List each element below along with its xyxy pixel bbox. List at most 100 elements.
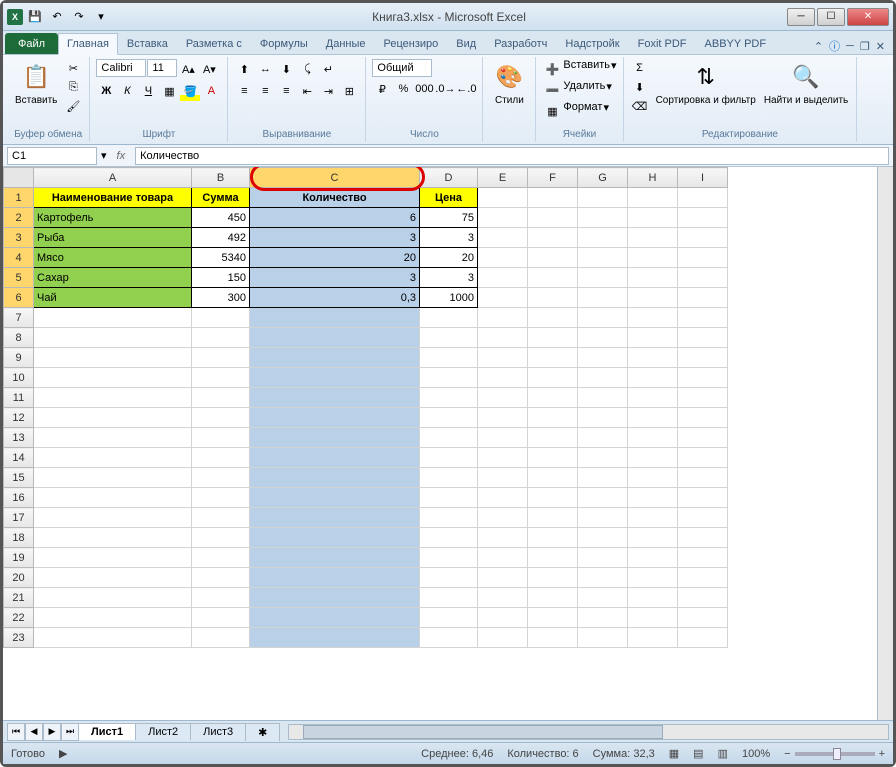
tab-home[interactable]: Главная [58, 33, 118, 55]
cell-I20[interactable] [678, 568, 728, 588]
decrease-font-icon[interactable]: A▾ [199, 59, 219, 79]
cell-F7[interactable] [528, 308, 578, 328]
sheet-tab-2[interactable]: Лист2 [135, 723, 191, 740]
cell-E19[interactable] [478, 548, 528, 568]
cell-D1[interactable]: Цена [420, 188, 478, 208]
styles-button[interactable]: 🎨 Стили [489, 59, 529, 108]
cell-H15[interactable] [628, 468, 678, 488]
zoom-level[interactable]: 100% [742, 748, 770, 760]
vertical-scrollbar[interactable] [877, 167, 893, 720]
cell-B9[interactable] [192, 348, 250, 368]
row-header-19[interactable]: 19 [4, 548, 34, 568]
cell-C10[interactable] [250, 368, 420, 388]
cell-A19[interactable] [34, 548, 192, 568]
row-header-8[interactable]: 8 [4, 328, 34, 348]
cell-A12[interactable] [34, 408, 192, 428]
cell-E18[interactable] [478, 528, 528, 548]
spreadsheet-grid[interactable]: ABCDEFGHI1Наименование товараСуммаКоличе… [3, 167, 877, 720]
tab-formulas[interactable]: Формулы [251, 33, 317, 54]
cell-A16[interactable] [34, 488, 192, 508]
font-size-combo[interactable]: 11 [147, 59, 177, 77]
cell-D23[interactable] [420, 628, 478, 648]
doc-close-icon[interactable]: ✕ [876, 40, 885, 53]
zoom-in-button[interactable]: + [879, 748, 885, 760]
cell-E1[interactable] [478, 188, 528, 208]
comma-icon[interactable]: 000 [414, 79, 434, 99]
cell-G19[interactable] [578, 548, 628, 568]
qat-undo-icon[interactable]: ↶ [47, 7, 67, 27]
view-normal-icon[interactable]: ▦ [669, 747, 679, 760]
cell-F6[interactable] [528, 288, 578, 308]
new-sheet-button[interactable]: ✱ [245, 723, 280, 741]
cell-H14[interactable] [628, 448, 678, 468]
cell-E8[interactable] [478, 328, 528, 348]
cell-E5[interactable] [478, 268, 528, 288]
align-middle-icon[interactable]: ↔ [255, 59, 275, 79]
row-header-12[interactable]: 12 [4, 408, 34, 428]
cell-D19[interactable] [420, 548, 478, 568]
cell-I5[interactable] [678, 268, 728, 288]
cell-I4[interactable] [678, 248, 728, 268]
tab-foxit[interactable]: Foxit PDF [629, 33, 696, 54]
cell-D12[interactable] [420, 408, 478, 428]
currency-icon[interactable]: ₽ [372, 79, 392, 99]
cell-A14[interactable] [34, 448, 192, 468]
tab-insert[interactable]: Вставка [118, 33, 177, 54]
cells-insert-button[interactable]: ➕Вставить ▾ [542, 59, 616, 79]
row-header-21[interactable]: 21 [4, 588, 34, 608]
cell-H3[interactable] [628, 228, 678, 248]
cells-format-button[interactable]: ▦Формат ▾ [542, 101, 609, 121]
cell-A7[interactable] [34, 308, 192, 328]
cell-C4[interactable]: 20 [250, 248, 420, 268]
cell-E10[interactable] [478, 368, 528, 388]
cell-B18[interactable] [192, 528, 250, 548]
cell-G2[interactable] [578, 208, 628, 228]
cell-I19[interactable] [678, 548, 728, 568]
cell-B17[interactable] [192, 508, 250, 528]
col-header-I[interactable]: I [678, 168, 728, 188]
cell-C9[interactable] [250, 348, 420, 368]
align-bottom-icon[interactable]: ⬇ [276, 59, 296, 79]
increase-font-icon[interactable]: A▴ [178, 59, 198, 79]
cell-A15[interactable] [34, 468, 192, 488]
cell-H8[interactable] [628, 328, 678, 348]
cell-F17[interactable] [528, 508, 578, 528]
cell-A1[interactable]: Наименование товара [34, 188, 192, 208]
cell-H16[interactable] [628, 488, 678, 508]
find-select-button[interactable]: 🔍 Найти и выделить [762, 59, 850, 108]
col-header-B[interactable]: B [192, 168, 250, 188]
cell-I9[interactable] [678, 348, 728, 368]
cell-B2[interactable]: 450 [192, 208, 250, 228]
cell-H17[interactable] [628, 508, 678, 528]
cell-G12[interactable] [578, 408, 628, 428]
cell-E3[interactable] [478, 228, 528, 248]
cell-F20[interactable] [528, 568, 578, 588]
cell-F2[interactable] [528, 208, 578, 228]
cell-F16[interactable] [528, 488, 578, 508]
cell-F9[interactable] [528, 348, 578, 368]
cell-E20[interactable] [478, 568, 528, 588]
format-painter-icon[interactable]: 🖌 [63, 97, 83, 115]
cell-H22[interactable] [628, 608, 678, 628]
qat-dropdown-icon[interactable]: ▾ [91, 7, 111, 27]
cell-G13[interactable] [578, 428, 628, 448]
cell-F19[interactable] [528, 548, 578, 568]
fx-icon[interactable]: fx [111, 150, 132, 162]
cell-F5[interactable] [528, 268, 578, 288]
cell-D13[interactable] [420, 428, 478, 448]
cell-A5[interactable]: Сахар [34, 268, 192, 288]
cell-E11[interactable] [478, 388, 528, 408]
cell-I16[interactable] [678, 488, 728, 508]
cell-H2[interactable] [628, 208, 678, 228]
cell-B11[interactable] [192, 388, 250, 408]
cell-E23[interactable] [478, 628, 528, 648]
doc-minimize-icon[interactable]: ─ [846, 40, 854, 52]
cell-D17[interactable] [420, 508, 478, 528]
cell-A2[interactable]: Картофель [34, 208, 192, 228]
decrease-decimal-icon[interactable]: ←.0 [456, 79, 476, 99]
cell-E15[interactable] [478, 468, 528, 488]
qat-redo-icon[interactable]: ↷ [69, 7, 89, 27]
cell-C5[interactable]: 3 [250, 268, 420, 288]
copy-icon[interactable]: ⎘ [63, 78, 83, 96]
row-header-7[interactable]: 7 [4, 308, 34, 328]
